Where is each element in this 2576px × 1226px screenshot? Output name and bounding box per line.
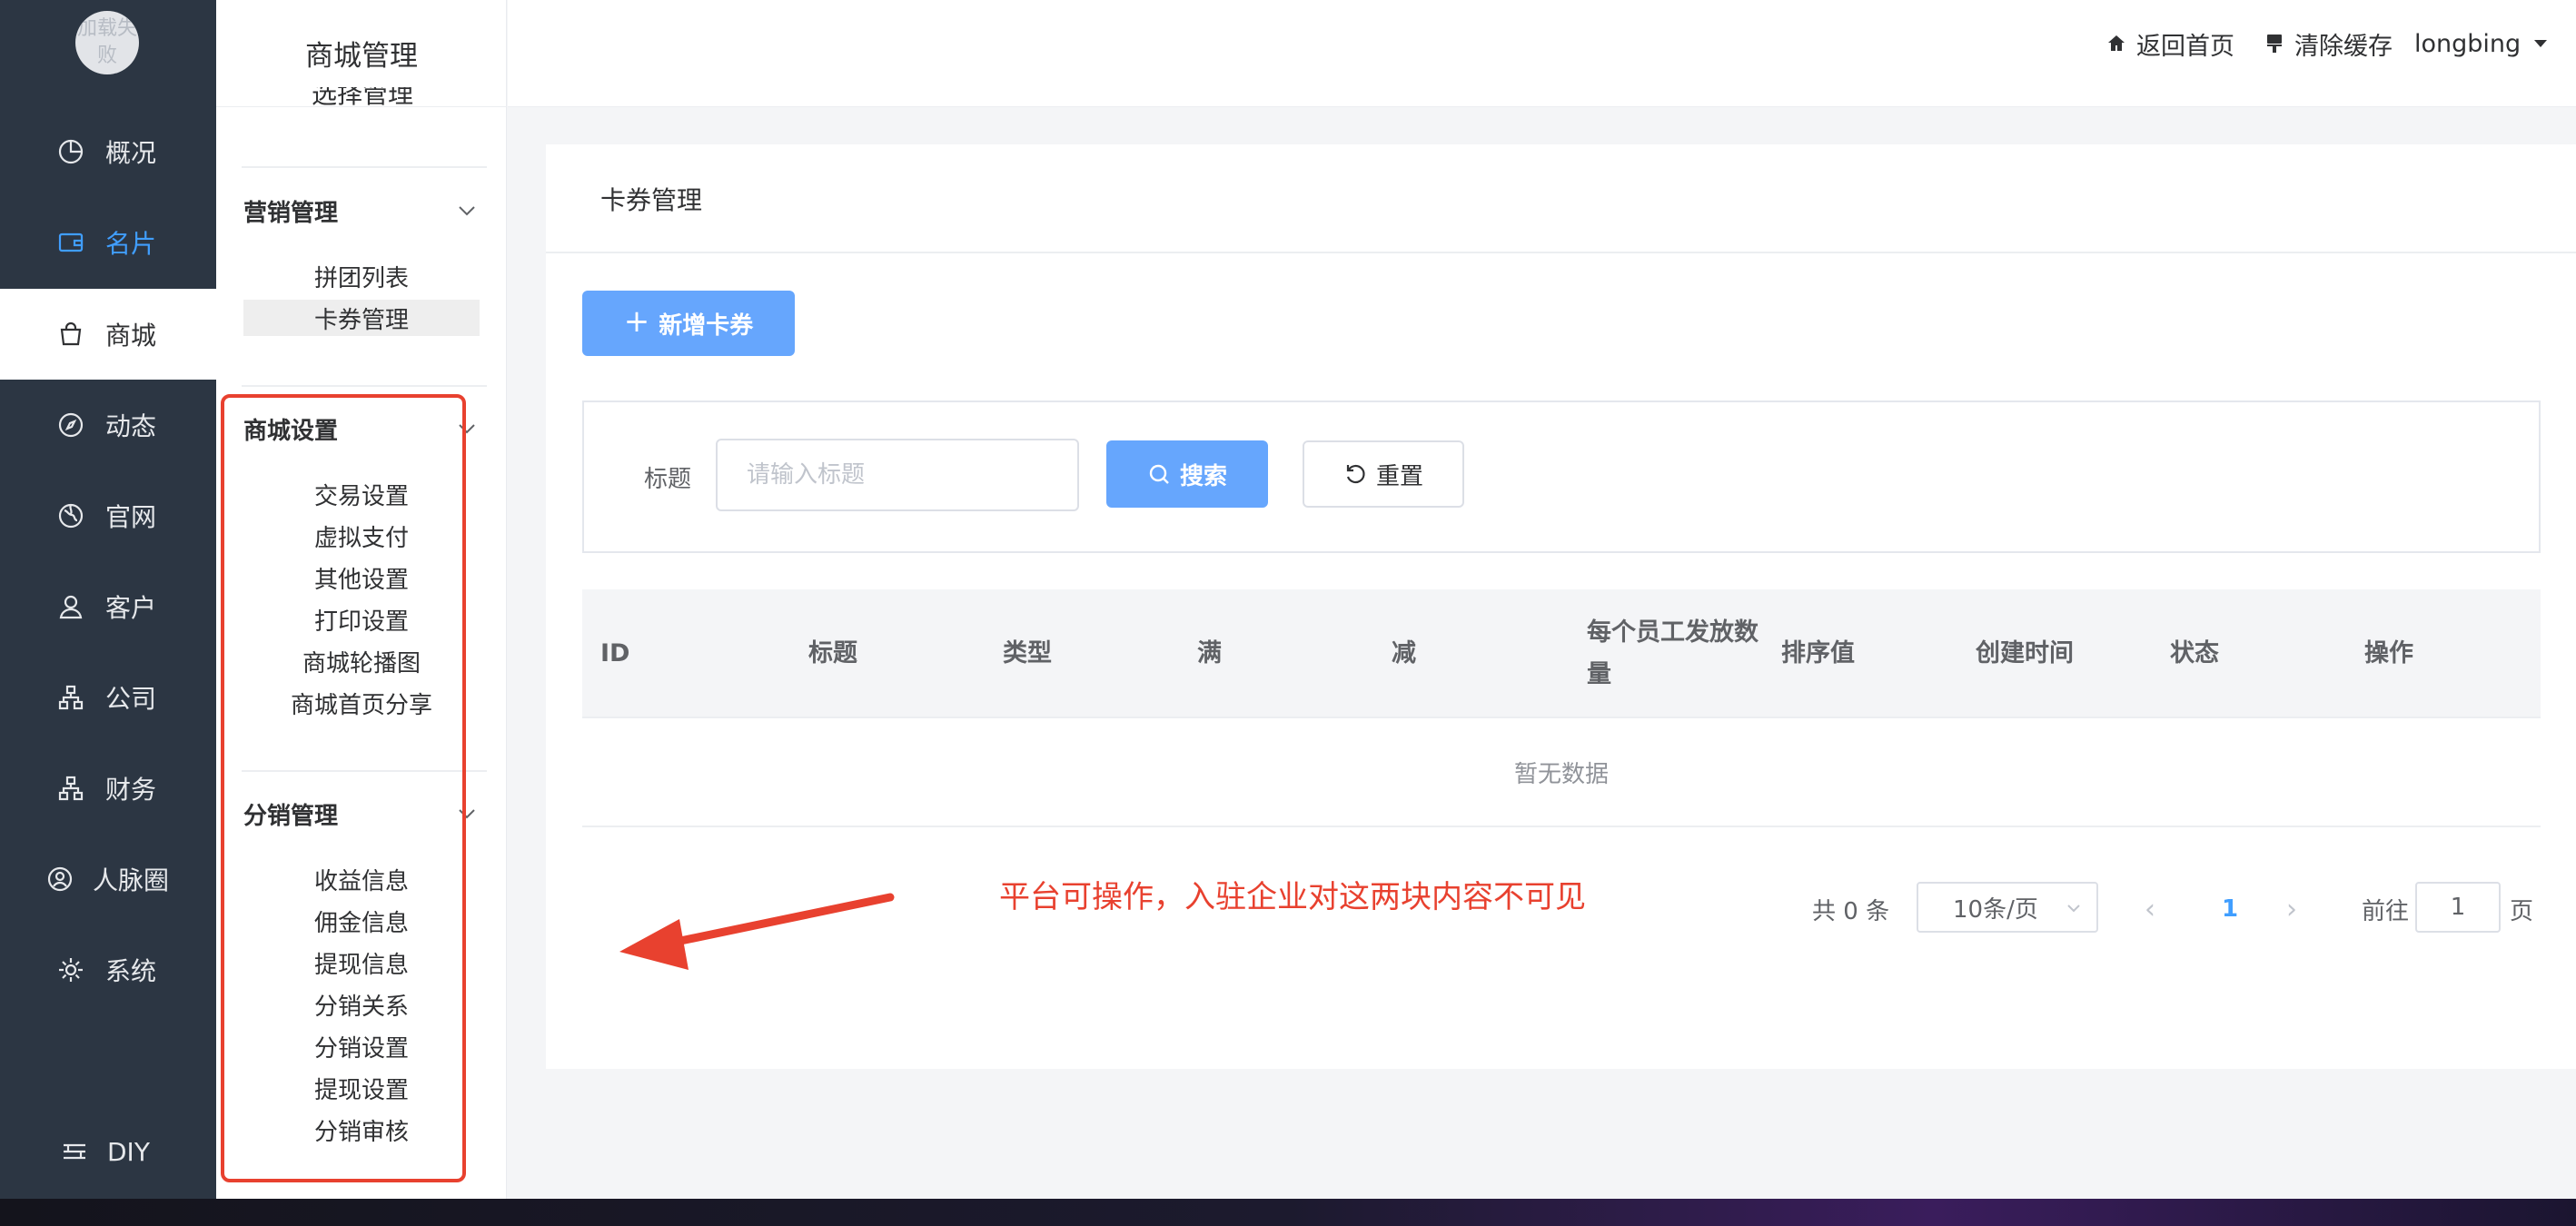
prev-page-button[interactable]: ‹ [2137,891,2163,927]
nav-item-label: 概况 [105,138,157,168]
nav-item-overview[interactable]: 概况 [0,106,216,197]
group-marketing[interactable]: 营销管理 [243,193,480,229]
page-size-select[interactable]: 10条/页 [1917,882,2098,933]
page-title: 卡券管理 [600,185,703,215]
annotation-highlight-box [221,394,466,1182]
avatar[interactable]: 加载失败 [75,11,139,74]
divider [242,166,487,168]
nav-item-label: DIY [107,1136,150,1167]
annotation-text: 平台可操作，入驻企业对这两块内容不可见 [999,879,1586,915]
taskbar-strip [0,1199,2576,1226]
layers-icon [60,1137,89,1166]
main-nav: 加载失败 概况 名片 商城 动态 官网 客户 公司 财务 人脉圈 系统 DIY [0,0,216,1199]
nav-item-label: 商城 [105,321,157,351]
sub-item-cut[interactable]: 选择管理 [312,87,421,107]
search-icon [1149,464,1169,484]
goto-page-input[interactable] [2415,882,2501,933]
user-menu[interactable]: longbing [2414,25,2550,62]
nav-item-mall[interactable]: 商城 [0,289,216,380]
nav-item-finance[interactable]: 财务 [0,743,216,834]
nav-item-label: 动态 [105,411,157,441]
goto-label: 前往 [2362,897,2410,925]
pie-chart-icon [56,137,85,166]
panel-header: 卡券管理 [546,144,2576,253]
nav-item-system[interactable]: 系统 [0,924,216,1015]
reset-button[interactable]: 重置 [1303,440,1464,508]
clear-cache-link[interactable]: 清除缓存 [2264,25,2393,62]
column-header-threshold[interactable]: 满 [1197,589,1222,718]
column-header-title[interactable]: 标题 [808,589,857,718]
page-number-current[interactable]: 1 [2212,891,2248,927]
column-header-id[interactable]: ID [600,589,629,718]
nav-item-card[interactable]: 名片 [0,197,216,288]
column-header-sort[interactable]: 排序值 [1781,589,1855,718]
add-coupon-button[interactable]: + 新增卡券 [582,291,795,356]
caret-down-icon [2534,40,2548,47]
sub-item-coupon-management[interactable]: 卡券管理 [243,300,480,336]
compass-icon [56,410,85,440]
gear-icon [56,955,85,984]
annotation-arrow [619,893,895,970]
column-header-status[interactable]: 状态 [2170,589,2219,718]
filter-form: 标题 搜索 重置 [582,400,2541,553]
pagination-total: 共 0 条 [1812,897,1890,925]
nav-item-diy[interactable]: DIY [0,1106,216,1197]
chevron-down-icon [454,198,480,223]
divider [242,385,487,387]
refresh-icon [1346,464,1365,484]
table-empty-state: 暂无数据 [582,718,2541,827]
top-bar: 返回首页 清除缓存 longbing [508,0,2576,107]
brush-icon [2267,35,2282,53]
back-home-link[interactable]: 返回首页 [2105,25,2234,62]
table-header: ID 标题 类型 满 减 每个员工发放数量 排序值 创建时间 状态 操作 [582,589,2541,718]
nav-item-label: 系统 [105,956,157,986]
title-filter-label: 标题 [644,466,692,493]
next-page-button[interactable]: › [2279,891,2304,927]
column-header-actions[interactable]: 操作 [2364,589,2413,718]
column-header-discount[interactable]: 减 [1392,589,1416,718]
nav-item-label: 财务 [105,775,157,805]
chevron-down-icon [2067,905,2080,913]
title-search-input[interactable] [716,439,1079,511]
sub-item-group-list[interactable]: 拼团列表 [243,258,480,294]
nav-item-customer[interactable]: 客户 [0,561,216,652]
plus-icon: + [623,303,650,340]
user-icon [56,592,85,621]
wallet-icon [56,228,85,257]
shopping-bag-icon [56,320,85,349]
nav-item-label: 官网 [105,502,157,532]
column-header-created[interactable]: 创建时间 [1976,589,2074,718]
nav-item-label: 人脉圈 [93,865,170,895]
column-header-per-employee[interactable]: 每个员工发放数量 [1587,589,1769,718]
nav-item-label: 名片 [105,229,157,259]
search-button[interactable]: 搜索 [1106,440,1268,508]
org-chart-icon [56,774,85,803]
nav-item-label: 公司 [105,684,157,714]
globe-icon [56,501,85,530]
nav-item-label: 客户 [105,593,157,623]
coupon-table: ID 标题 类型 满 减 每个员工发放数量 排序值 创建时间 状态 操作 暂无数… [582,589,2541,827]
nav-item-network[interactable]: 人脉圈 [0,834,216,924]
column-header-type[interactable]: 类型 [1003,589,1052,718]
page-suffix: 页 [2510,897,2534,925]
nav-item-website[interactable]: 官网 [0,470,216,561]
home-icon [2108,35,2125,51]
user-circle-icon [45,865,74,894]
nav-item-company[interactable]: 公司 [0,652,216,743]
org-chart-icon [56,683,85,712]
nav-item-feed[interactable]: 动态 [0,380,216,470]
